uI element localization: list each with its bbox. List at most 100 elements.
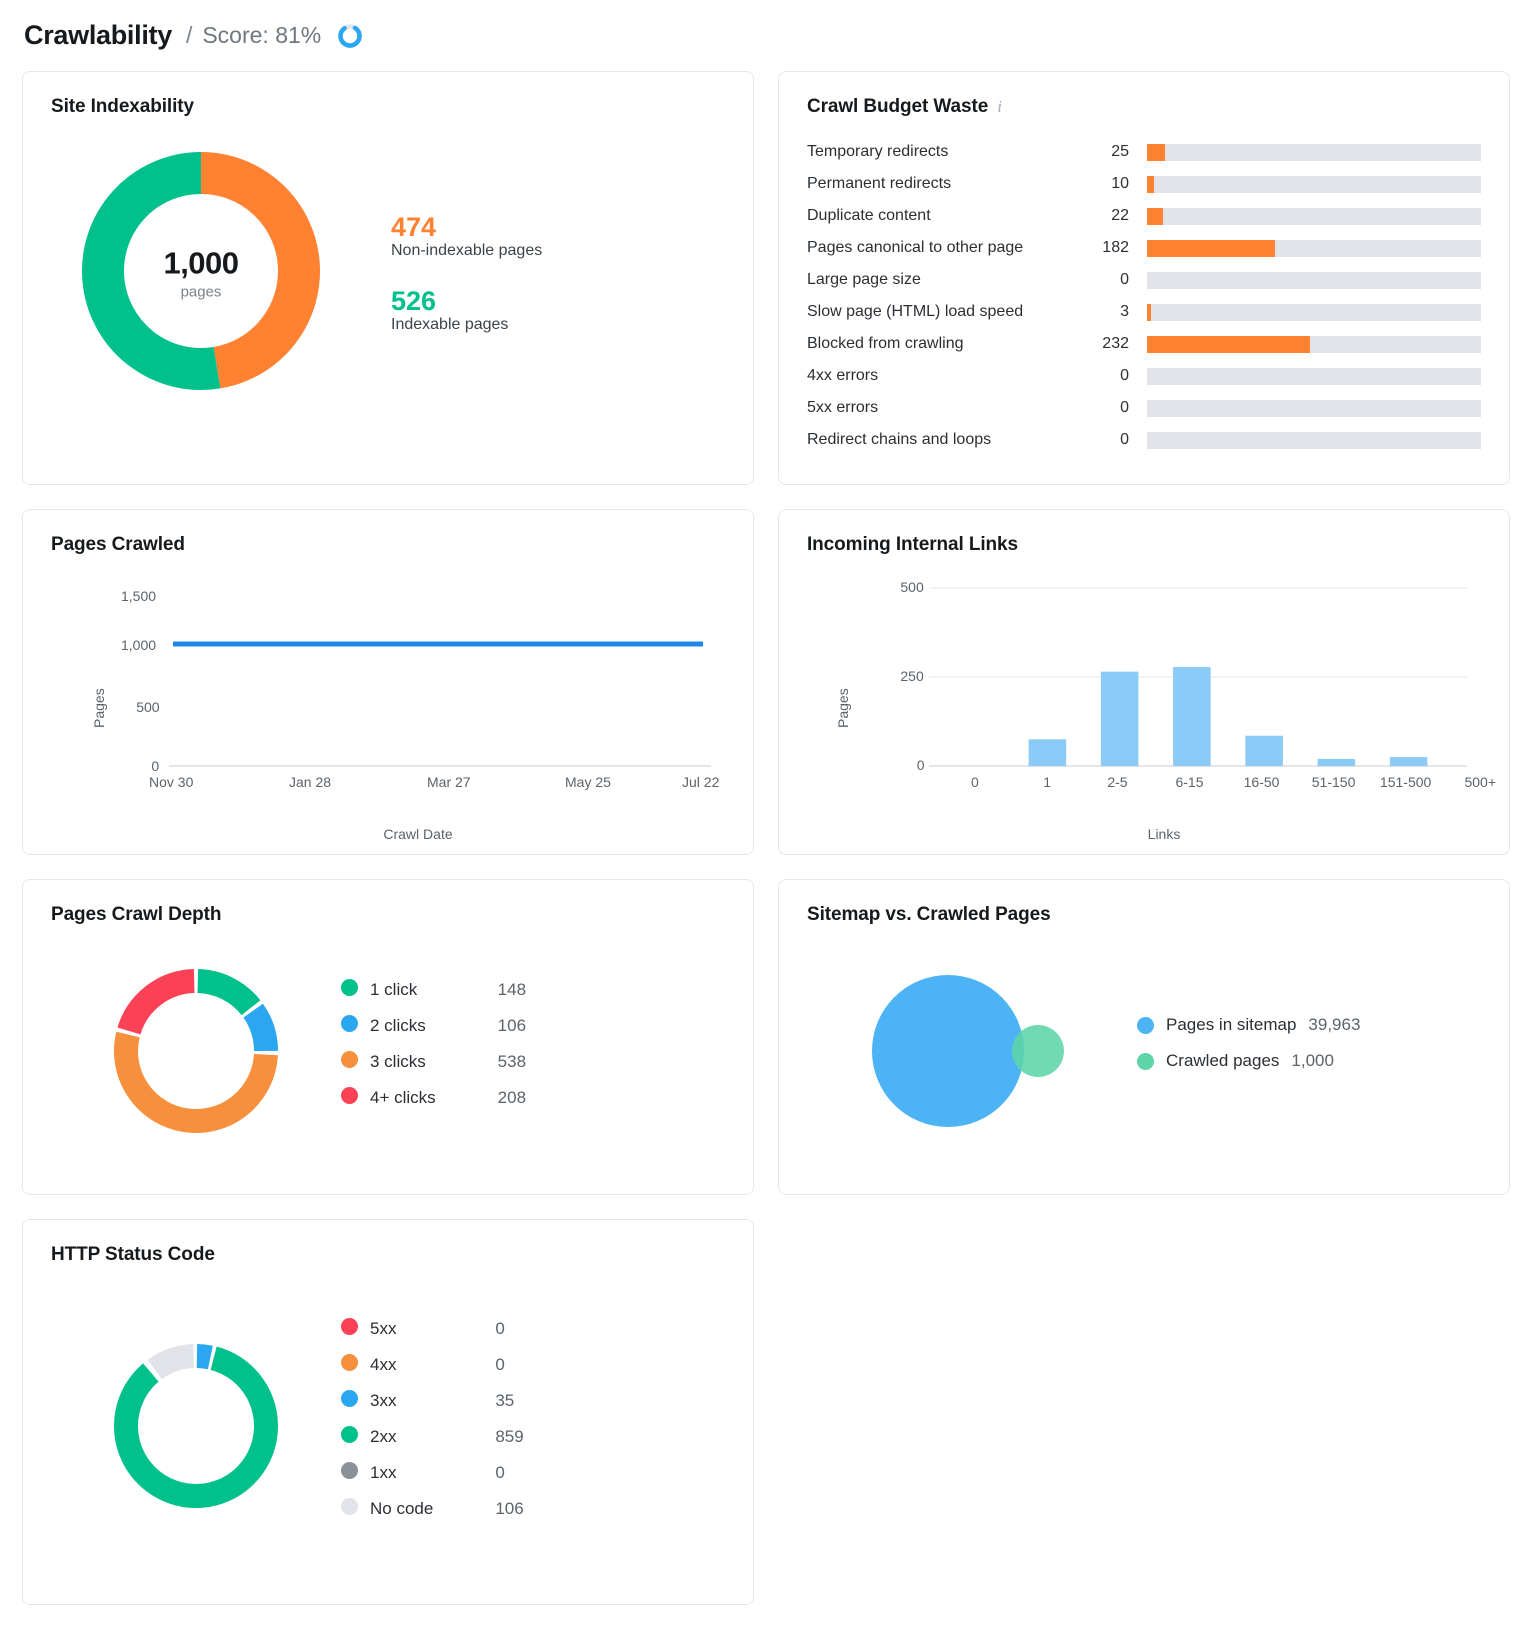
crawl-waste-row: Pages canonical to other page 182 <box>807 232 1481 264</box>
crawl-waste-bar-track <box>1147 399 1481 417</box>
bar <box>1245 735 1283 766</box>
bar <box>1028 739 1067 766</box>
crawl-waste-bar-track <box>1147 143 1481 161</box>
crawl-waste-label: Redirect chains and loops <box>807 431 992 448</box>
crawl-waste-bar-track <box>1147 335 1481 353</box>
legend-color-dot <box>1137 1016 1154 1034</box>
card-http-status-code: HTTP Status Code 5xx 0 4xx 0 3xx 35 2xx 859 1xx 0… <box>22 1219 754 1605</box>
card-title-pages-crawled: Pages Crawled <box>51 534 725 556</box>
crawl-waste-label: Pages canonical to other page <box>807 239 1024 256</box>
card-title-site-indexability: Site Indexability <box>51 96 725 118</box>
legend-color-dot <box>341 1015 358 1051</box>
site-indexability-center: 1,000 pages <box>81 246 321 301</box>
crawl-waste-value: 0 <box>1120 431 1129 448</box>
crawl-waste-label: Slow page (HTML) load speed <box>807 303 1024 320</box>
card-title-crawl-budget-waste: Crawl Budget Waste i <box>807 96 1481 118</box>
legend-value: 106 <box>497 1016 527 1035</box>
bubble-chart-wrap <box>807 951 1137 1151</box>
score-label: Score: 81% <box>202 22 322 48</box>
donut-segment <box>114 1031 278 1133</box>
crawl-waste-value: 3 <box>1120 303 1129 320</box>
indexable-value: 526 <box>391 286 437 316</box>
legend-value: 538 <box>497 1052 527 1071</box>
card-title-http-status-code: HTTP Status Code <box>51 1244 725 1266</box>
legend-item: 2 clicks 106 <box>341 1015 526 1051</box>
donut-segment <box>196 1344 213 1370</box>
donut-segment <box>114 1346 278 1508</box>
legend-label: 3 clicks <box>370 1052 426 1071</box>
crawl-waste-row: Large page size 0 <box>807 264 1481 296</box>
legend-item: 4xx 0 <box>341 1354 524 1390</box>
card-title-text: HTTP Status Code <box>51 1244 215 1265</box>
crawl-waste-bar-fill <box>1147 207 1163 225</box>
dashboard-grid: Site Indexability 1,000 pages 474 Non-in… <box>22 71 1510 1605</box>
card-title-text: Sitemap vs. Crawled Pages <box>807 904 1051 925</box>
legend-color-dot <box>341 1426 358 1462</box>
crawl-waste-value: 0 <box>1120 399 1129 416</box>
donut-segment <box>117 969 195 1035</box>
legend-label: 4+ clicks <box>370 1088 436 1107</box>
crawl-waste-bar-fill <box>1147 143 1165 161</box>
crawl-waste-row: Temporary redirects 25 <box>807 136 1481 168</box>
legend-label: No code <box>370 1499 434 1518</box>
crawl-waste-label: Blocked from crawling <box>807 335 964 352</box>
site-indexability-body: 1,000 pages 474 Non-indexable pages 526 … <box>51 118 725 428</box>
crawl-waste-bar-track <box>1147 431 1481 449</box>
legend-value: 35 <box>495 1391 515 1410</box>
legend-item: 1 click 148 <box>341 979 526 1015</box>
crawl-waste-bar-track <box>1147 303 1481 321</box>
legend-color-dot <box>341 1051 358 1087</box>
donut-segment <box>243 1003 278 1052</box>
crawl-waste-bar-fill <box>1147 239 1276 257</box>
bubble-crawled-pages <box>1012 1025 1064 1077</box>
pages-crawl-depth-body: 1 click 148 2 clicks 106 3 clicks 538 4+ click… <box>51 936 725 1166</box>
legend-item: 2xx 859 <box>341 1426 524 1462</box>
card-title-text: Pages Crawl Depth <box>51 904 222 925</box>
card-title-sitemap-vs-crawled: Sitemap vs. Crawled Pages <box>807 904 1481 926</box>
card-title-text: Pages Crawled <box>51 534 185 555</box>
crawl-waste-value: 10 <box>1111 175 1129 192</box>
donut-segment <box>196 969 261 1016</box>
crawl-waste-row: 4xx errors 0 <box>807 360 1481 392</box>
incoming-internal-links-chart: Pages 0 250 500 0 1 2-5 6-15 16-50 51-150 151-50… <box>807 576 1496 842</box>
crawl-waste-value: 22 <box>1111 207 1129 224</box>
http-status-legend: 5xx 0 4xx 0 3xx 35 2xx 859 1xx 0 No code 106 <box>341 1318 524 1534</box>
x-axis-label: Links <box>1147 826 1181 842</box>
crawl-waste-bar-track <box>1147 207 1481 225</box>
score-ring-icon <box>337 23 363 49</box>
crawl-depth-legend: 1 click 148 2 clicks 106 3 clicks 538 4+ click… <box>341 979 526 1123</box>
card-title-incoming-internal-links: Incoming Internal Links <box>807 534 1481 556</box>
crawl-waste-value: 232 <box>1102 335 1129 352</box>
crawl-waste-row: 5xx errors 0 <box>807 392 1481 424</box>
crawl-depth-donut <box>114 969 278 1133</box>
card-title-text: Crawl Budget Waste <box>807 96 989 117</box>
card-pages-crawl-depth: Pages Crawl Depth 1 click 148 2 clicks 106 3… <box>22 879 754 1195</box>
legend-label: 1xx <box>370 1463 397 1482</box>
legend-item: 3xx 35 <box>341 1390 524 1426</box>
http-donut-wrap <box>51 1338 341 1514</box>
legend-label: Crawled pages <box>1166 1051 1280 1070</box>
crawl-waste-value: 0 <box>1120 367 1129 384</box>
legend-color-dot <box>1137 1052 1154 1070</box>
crawl-waste-label: Duplicate content <box>807 207 931 224</box>
legend-value: 106 <box>495 1499 524 1518</box>
legend-value: 1,000 <box>1291 1051 1334 1070</box>
card-title-pages-crawl-depth: Pages Crawl Depth <box>51 904 725 926</box>
page-header: Crawlability / Score: 81% <box>24 20 1510 51</box>
legend-item: 5xx 0 <box>341 1318 524 1354</box>
crawl-waste-value: 182 <box>1102 239 1129 256</box>
x-tick: 500+ <box>1464 774 1497 790</box>
legend-color-dot <box>341 1498 358 1534</box>
bar <box>1173 667 1211 766</box>
crawl-waste-value: 0 <box>1120 271 1129 288</box>
legend-item: 4+ clicks 208 <box>341 1087 526 1123</box>
http-status-donut <box>114 1344 278 1508</box>
pages-crawled-chart: Pages 0 500 1,000 1,500 Nov 30 Jan 28 Mar 27 M… <box>51 576 725 842</box>
legend-label: 4xx <box>370 1355 397 1374</box>
crawl-waste-label: 4xx errors <box>807 367 879 384</box>
crawl-waste-bar-fill <box>1147 175 1155 193</box>
x-axis-label: Crawl Date <box>383 826 453 842</box>
bar <box>1100 671 1139 766</box>
crawl-waste-row: Redirect chains and loops 0 <box>807 424 1481 456</box>
info-icon[interactable]: i <box>997 97 1002 117</box>
